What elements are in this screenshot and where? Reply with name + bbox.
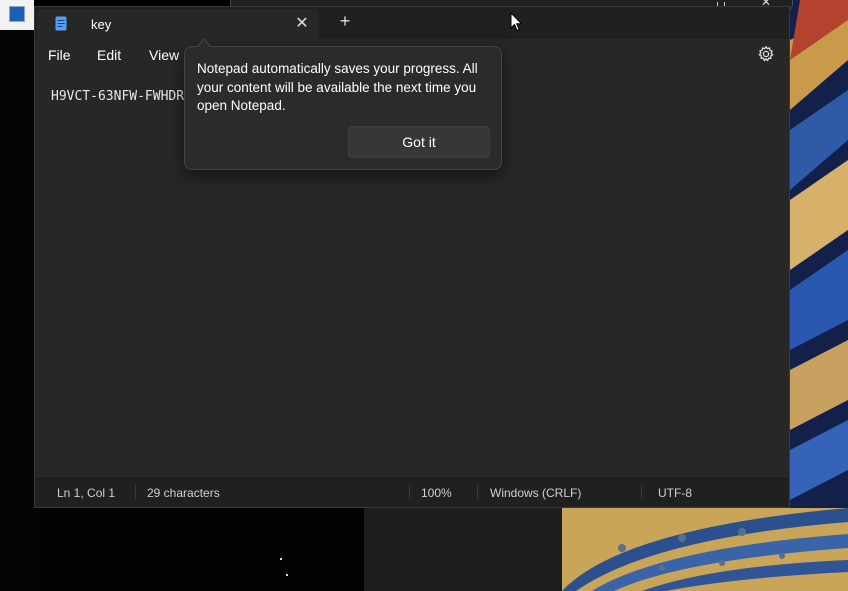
autosave-teaching-tip: Notepad automatically saves your progres… (184, 46, 502, 170)
divider (135, 485, 136, 499)
character-count: 29 characters (147, 486, 220, 500)
zoom-level[interactable]: 100% (421, 486, 452, 500)
tab-title: key (91, 17, 112, 32)
app-shortcut-icon[interactable] (9, 6, 25, 22)
mouse-cursor-icon (510, 12, 523, 32)
divider (477, 485, 478, 499)
divider (409, 485, 410, 499)
text-editor[interactable]: H9VCT-63NFW-FWHDR (51, 89, 184, 104)
encoding[interactable]: UTF-8 (658, 486, 692, 500)
notepad-icon (55, 16, 67, 31)
desktop-background-bottom (34, 508, 364, 591)
wallpaper-photo-right (790, 0, 848, 510)
got-it-button[interactable]: Got it (348, 126, 490, 158)
menu-view[interactable]: View (149, 47, 179, 63)
menu-edit[interactable]: Edit (97, 47, 121, 63)
star-dot (280, 558, 282, 560)
desktop-icon-strip (0, 0, 34, 30)
tip-message: Notepad automatically saves your progres… (197, 61, 478, 113)
gear-icon[interactable] (757, 45, 775, 63)
star-dot (286, 574, 288, 576)
tab-bar: key ✕ + (35, 7, 789, 39)
plus-icon[interactable]: + (335, 11, 355, 32)
tab-key[interactable]: key ✕ (37, 9, 319, 39)
divider (641, 485, 642, 499)
tip-pointer-fill (197, 40, 211, 48)
line-endings[interactable]: Windows (CRLF) (490, 486, 581, 500)
close-icon[interactable]: ✕ (292, 13, 312, 33)
menu-file[interactable]: File (48, 47, 71, 63)
desktop-background-left (0, 0, 34, 591)
wallpaper-photo-bottom (562, 508, 848, 591)
cursor-position: Ln 1, Col 1 (57, 486, 116, 500)
desktop-window-fragment (364, 508, 562, 591)
status-bar: Ln 1, Col 1 29 characters 100% Windows (… (35, 476, 789, 507)
